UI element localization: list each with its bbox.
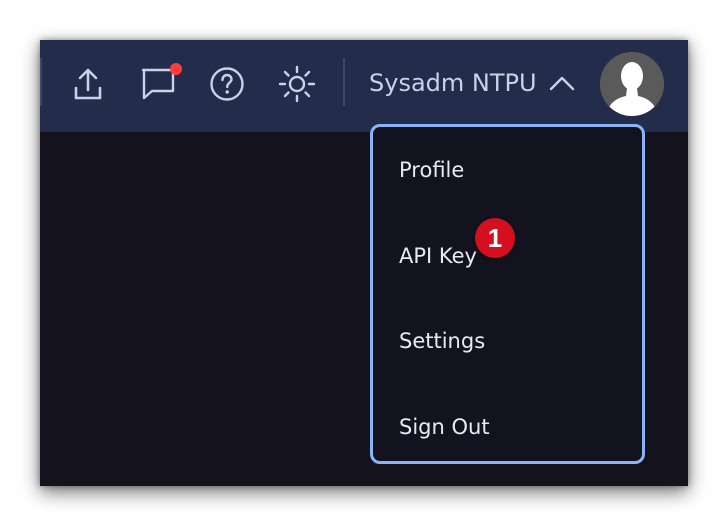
sun-icon[interactable]: [277, 64, 317, 104]
menu-item-sign-out[interactable]: Sign Out: [399, 412, 490, 442]
menu-item-settings[interactable]: Settings: [399, 326, 485, 356]
help-circle-icon[interactable]: [209, 66, 245, 102]
menu-item-api-key[interactable]: API Key: [399, 241, 477, 271]
notification-dot: [170, 63, 182, 75]
chevron-up-icon[interactable]: [548, 74, 576, 92]
toolbar-divider: [40, 58, 42, 106]
upload-icon[interactable]: [72, 66, 104, 102]
app-window: Sysadm NTPU Profile API Key Settings Sig…: [40, 40, 688, 486]
menu-item-profile[interactable]: Profile: [399, 155, 464, 185]
user-name[interactable]: Sysadm NTPU: [369, 66, 537, 100]
top-navigation-bar: Sysadm NTPU: [40, 40, 688, 132]
avatar[interactable]: [600, 52, 664, 116]
toolbar-divider: [343, 58, 345, 106]
user-dropdown-menu: Profile API Key Settings Sign Out: [370, 124, 645, 464]
step-number-badge: 1: [475, 218, 515, 258]
